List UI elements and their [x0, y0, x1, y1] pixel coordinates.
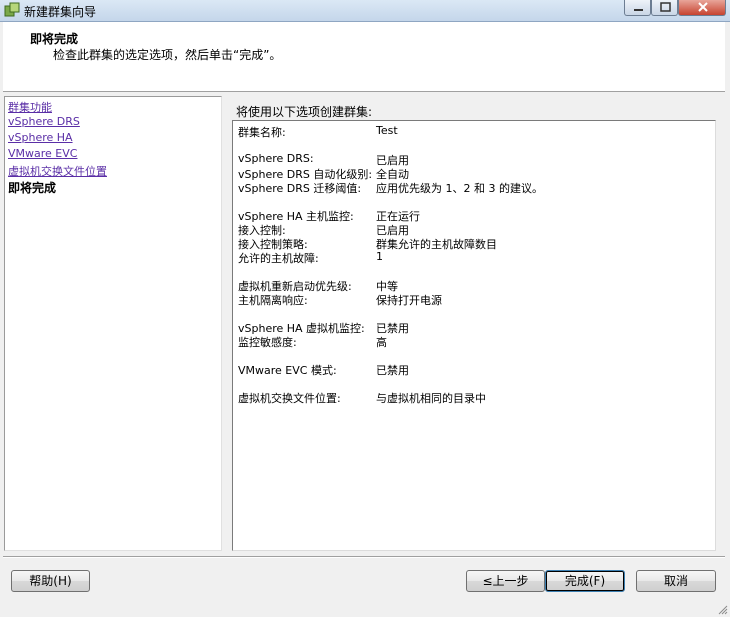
wizard-header: 即将完成 检查此群集的选定选项，然后单击“完成”。: [3, 22, 725, 92]
summary-value: 应用优先级为 1、2 和 3 的建议。: [376, 182, 543, 195]
summary-value: 高: [376, 336, 387, 349]
maximize-button[interactable]: [651, 0, 678, 16]
nav-link-swapfile-location[interactable]: 虚拟机交换文件位置: [8, 163, 107, 179]
page-subtitle: 检查此群集的选定选项，然后单击“完成”。: [53, 48, 282, 62]
summary-label: 监控敏感度:: [238, 336, 297, 349]
summary-panel[interactable]: 群集名称: Test vSphere DRS: 已启用 vSphere DRS 自动…: [232, 120, 716, 551]
summary-row: vSphere DRS: 已启用: [238, 152, 409, 167]
maximize-icon: [660, 2, 671, 12]
close-button[interactable]: [678, 0, 726, 16]
resize-grip-icon[interactable]: [716, 603, 728, 615]
window-title: 新建群集向导: [24, 5, 97, 19]
summary-label: vSphere DRS 迁移阈值:: [238, 182, 362, 195]
summary-row: 监控敏感度: 高: [238, 334, 387, 350]
title-bar: 新建群集向导: [0, 0, 730, 22]
summary-label: 允许的主机故障:: [238, 252, 319, 265]
summary-row: vSphere DRS 迁移阈值: 应用优先级为 1、2 和 3 的建议。: [238, 180, 543, 196]
minimize-icon: [634, 9, 643, 11]
summary-label: 虚拟机交换文件位置:: [238, 392, 341, 405]
nav-current-step: 即将完成: [8, 181, 57, 195]
summary-label: 主机隔离响应:: [238, 294, 308, 307]
summary-value: 与虚拟机相同的目录中: [376, 392, 486, 405]
finish-button[interactable]: 完成(F): [545, 570, 625, 592]
summary-row: 主机隔离响应: 保持打开电源: [238, 292, 442, 308]
summary-label: vSphere DRS:: [238, 152, 314, 165]
summary-value: 1: [376, 250, 383, 263]
nav-link-vmware-evc[interactable]: VMware EVC: [8, 147, 77, 160]
back-button[interactable]: ≤上一步: [466, 570, 545, 592]
page-title: 即将完成: [30, 32, 79, 46]
footer-divider: [3, 556, 725, 558]
nav-link-cluster-features[interactable]: 群集功能: [8, 99, 52, 115]
summary-label: 群集名称:: [238, 126, 286, 139]
minimize-button[interactable]: [624, 0, 651, 16]
summary-row: 群集名称: Test: [238, 124, 398, 140]
summary-row: 允许的主机故障: 1: [238, 250, 383, 266]
help-button[interactable]: 帮助(H): [11, 570, 90, 592]
summary-value: 已禁用: [376, 364, 409, 377]
summary-row: 虚拟机交换文件位置: 与虚拟机相同的目录中: [238, 390, 486, 406]
summary-value: Test: [376, 124, 398, 137]
wizard-step-list: 群集功能 vSphere DRS vSphere HA VMware EVC 虚…: [4, 96, 222, 551]
summary-value: 群集允许的主机故障数目: [376, 238, 497, 251]
summary-label: VMware EVC 模式:: [238, 364, 337, 377]
nav-link-vsphere-drs[interactable]: vSphere DRS: [8, 115, 80, 128]
nav-link-vsphere-ha[interactable]: vSphere HA: [8, 131, 73, 144]
summary-value: 保持打开电源: [376, 294, 442, 307]
cluster-wizard-icon: [4, 2, 20, 17]
cancel-button[interactable]: 取消: [636, 570, 716, 592]
summary-heading: 将使用以下选项创建群集:: [236, 105, 373, 119]
summary-row: VMware EVC 模式: 已禁用: [238, 362, 409, 378]
close-icon: [698, 2, 708, 12]
